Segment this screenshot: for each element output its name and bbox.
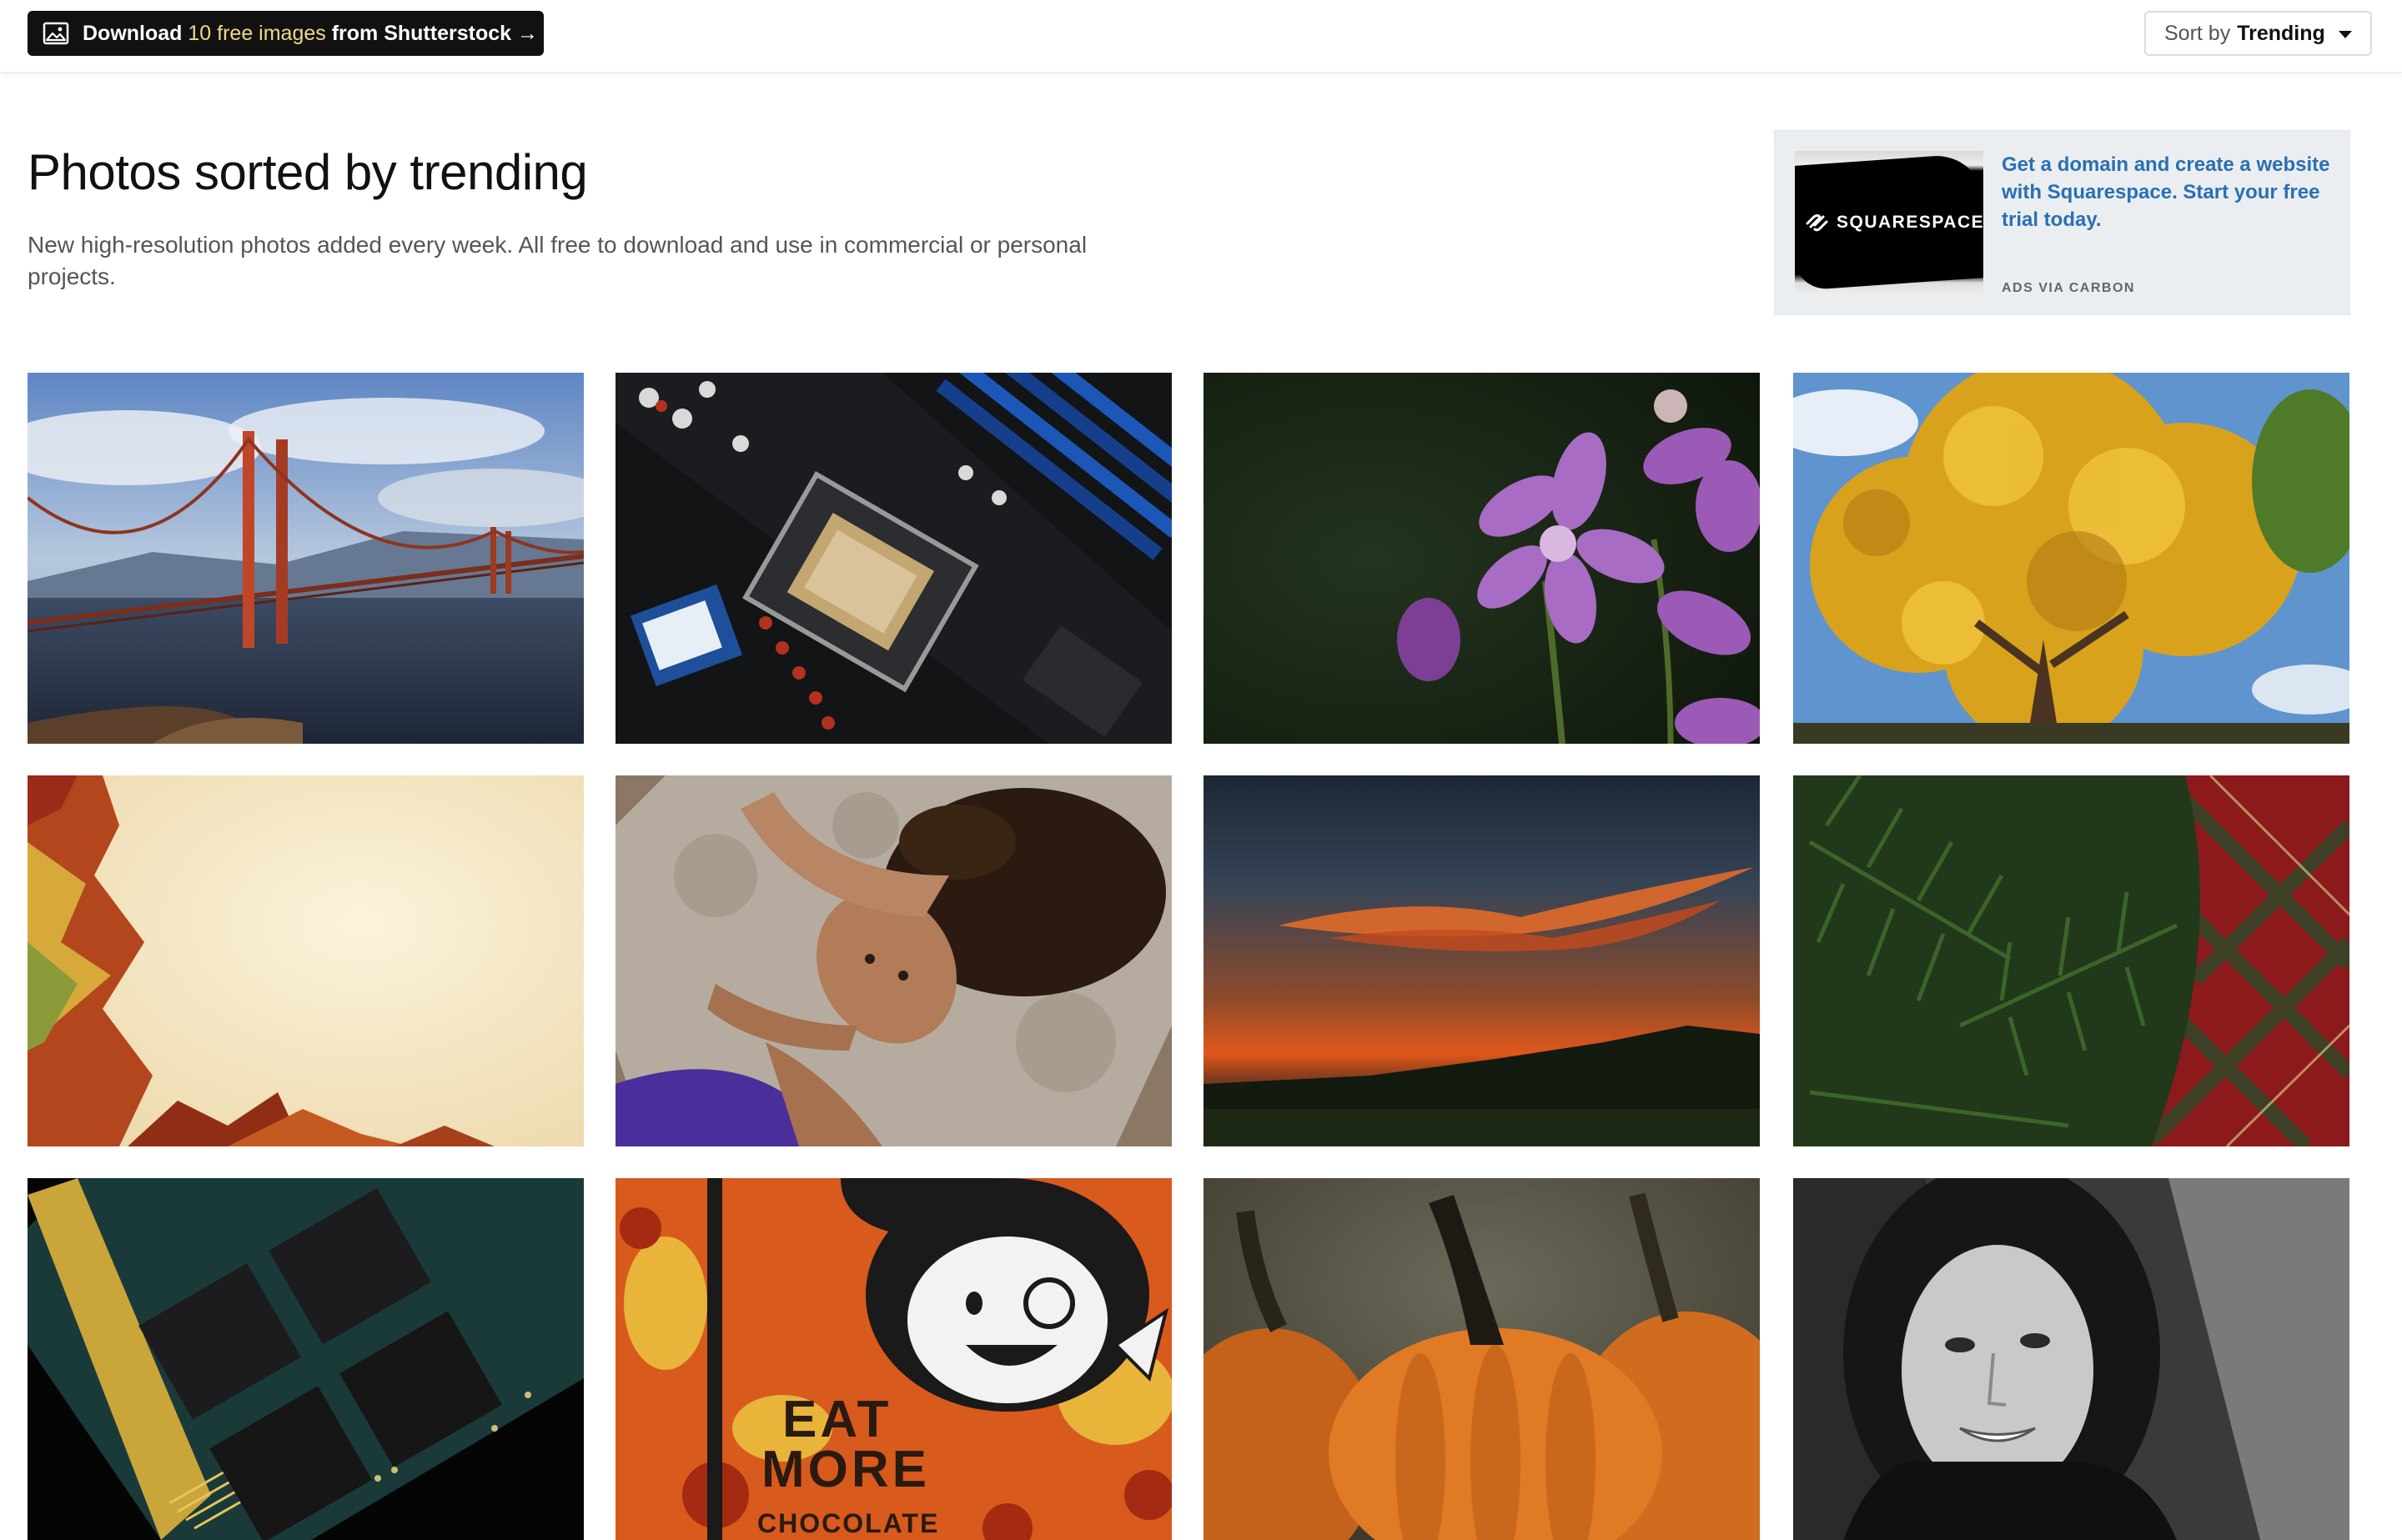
mural-text-chocolate: CHOCOLATE xyxy=(757,1508,939,1538)
pine-and-plaid-photo[interactable] xyxy=(1793,775,2349,1146)
caret-down-icon xyxy=(2339,31,2352,38)
top-bar: Download 10 free images from Shutterstoc… xyxy=(0,0,2402,73)
carbon-ad: SQUARESPACE Get a domain and create a we… xyxy=(1774,130,2350,315)
sort-value: Trending xyxy=(2237,21,2325,45)
golden-gate-bridge-photo[interactable] xyxy=(28,373,584,744)
squarespace-icon xyxy=(1806,214,1828,232)
pumpkins-photo[interactable] xyxy=(1204,1178,1760,1540)
eat-more-chocolate-mural-photo[interactable]: EAT MORE CHOCOLATE xyxy=(616,1178,1172,1540)
motherboard-cpu-photo[interactable] xyxy=(616,373,1172,744)
mural-text-more: MORE xyxy=(761,1441,930,1498)
purple-flower-photo[interactable] xyxy=(1204,373,1760,744)
ads-via-carbon-link[interactable]: ADS VIA CARBON xyxy=(2002,281,2135,296)
mural-text-eat: EAT xyxy=(782,1391,892,1448)
ad-brand-text: SQUARESPACE xyxy=(1837,213,1983,232)
page-subtitle: New high-resolution photos added every w… xyxy=(28,232,1088,289)
autumn-leaves-frame-photo[interactable] xyxy=(28,775,584,1146)
autumn-tree-photo[interactable] xyxy=(1793,373,2349,744)
sort-dropdown[interactable]: Sort by Trending xyxy=(2144,11,2372,56)
sort-label: Sort by xyxy=(2164,21,2231,45)
memory-chip-photo[interactable] xyxy=(28,1178,584,1540)
shutterstock-label-prefix: Download xyxy=(83,21,188,45)
shutterstock-label-highlight: 10 free images xyxy=(188,21,326,45)
page-title: Photos sorted by trending xyxy=(28,144,588,200)
ad-text-link[interactable]: Get a domain and create a website with S… xyxy=(2002,151,2335,233)
ad-image[interactable]: SQUARESPACE xyxy=(1795,151,1983,294)
shutterstock-download-button[interactable]: Download 10 free images from Shutterstoc… xyxy=(28,11,544,56)
sunset-sky-photo[interactable] xyxy=(1204,775,1760,1146)
shutterstock-label-suffix: from Shutterstock → xyxy=(325,21,538,45)
woman-lying-on-rock-photo[interactable] xyxy=(616,775,1172,1146)
squarespace-logo: SQUARESPACE xyxy=(1805,213,1983,233)
woman-portrait-bw-photo[interactable] xyxy=(1793,1178,2349,1540)
image-icon xyxy=(43,22,69,45)
